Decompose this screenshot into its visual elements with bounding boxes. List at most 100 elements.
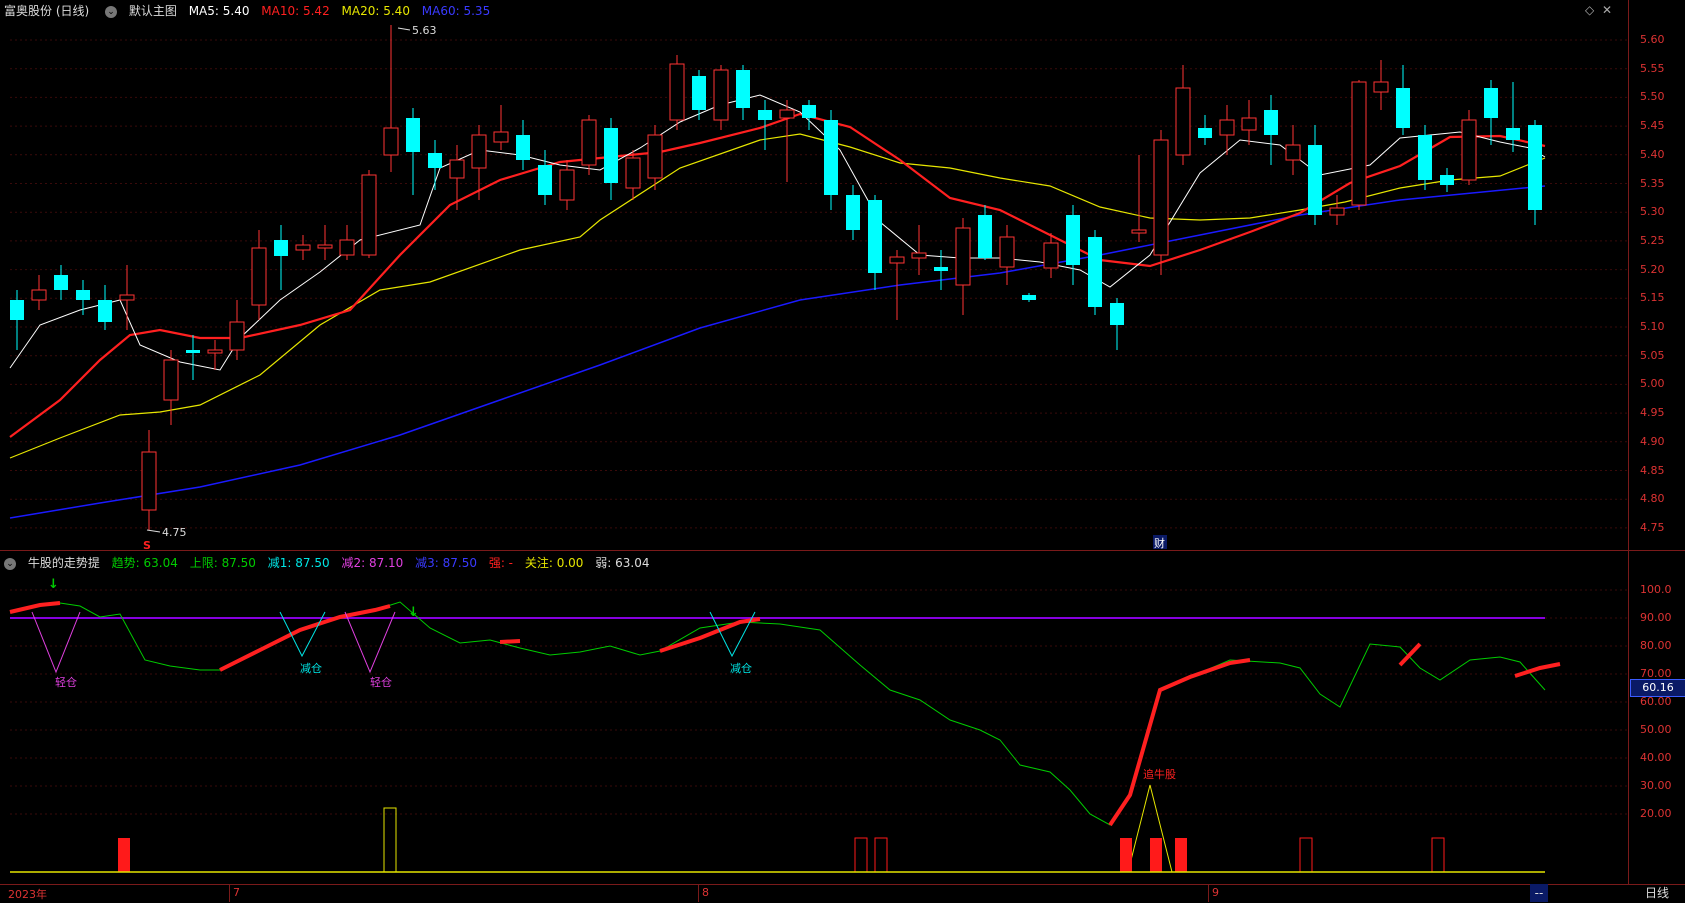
candle-body[interactable]: [604, 128, 618, 183]
period-tab-daily[interactable]: 日线: [1630, 884, 1684, 902]
candle-body[interactable]: [581, 119, 597, 166]
candle-body[interactable]: [1241, 117, 1257, 131]
candle-body[interactable]: [559, 169, 575, 201]
candle-body[interactable]: [1066, 215, 1080, 265]
stock-chart[interactable]: 5.63 4.75 S 财 轻仓 减仓 轻仓 减仓 追牛股 ↓ ↓: [0, 0, 1628, 884]
candle-body[interactable]: [538, 165, 552, 195]
candle-body[interactable]: [54, 275, 68, 290]
sub-axis-label: 40.00: [1640, 751, 1672, 764]
candle-body[interactable]: [1175, 87, 1191, 156]
trend-strong-segment: [219, 604, 391, 672]
candle-body[interactable]: [1351, 81, 1367, 206]
candle-body[interactable]: [889, 256, 905, 264]
candle-body[interactable]: [802, 105, 816, 118]
candle-body[interactable]: [471, 134, 487, 169]
ma60-line: [9, 185, 1546, 519]
candle-body[interactable]: [1198, 128, 1212, 138]
candle-body[interactable]: [713, 69, 729, 121]
candle-body[interactable]: [449, 159, 465, 179]
candle-body[interactable]: [1022, 295, 1036, 300]
candle-body[interactable]: [911, 252, 927, 259]
trend-line: [9, 601, 1546, 826]
price-axis-label: 5.60: [1640, 33, 1665, 46]
candle-body[interactable]: [1329, 207, 1345, 216]
candle-body[interactable]: [1461, 119, 1477, 181]
candle-body[interactable]: [647, 134, 663, 179]
candle-body[interactable]: [339, 239, 355, 256]
candle-body[interactable]: [669, 63, 685, 121]
candle-body[interactable]: [493, 131, 509, 143]
candle-body[interactable]: [846, 195, 860, 230]
date-year: 2023年: [8, 888, 47, 901]
candle-body[interactable]: [1484, 88, 1498, 118]
sub-axis-label: 90.00: [1640, 611, 1672, 624]
candle-body[interactable]: [10, 300, 24, 320]
candle-body[interactable]: [1418, 135, 1432, 180]
trend-strong-segment: [499, 639, 521, 644]
candle-body[interactable]: [868, 200, 882, 273]
candle-body[interactable]: [274, 240, 288, 256]
candle-body[interactable]: [955, 227, 971, 286]
candle-body[interactable]: [978, 215, 992, 258]
price-axis-label: 4.85: [1640, 463, 1665, 477]
candle-body[interactable]: [31, 289, 47, 301]
candle-body[interactable]: [1153, 139, 1169, 256]
s-marker: S: [143, 539, 151, 552]
candle-body[interactable]: [141, 451, 157, 511]
price-axis-label: 5.10: [1640, 320, 1665, 333]
signal-bar: [1150, 838, 1162, 872]
trend-strong-segment: [1108, 658, 1251, 827]
candle-body[interactable]: [1396, 88, 1410, 128]
candle-body[interactable]: [295, 244, 311, 251]
candle-body[interactable]: [779, 109, 795, 119]
candle-body[interactable]: [428, 153, 442, 168]
candle-body[interactable]: [98, 300, 112, 322]
candle-body[interactable]: [1219, 119, 1235, 136]
candle-body[interactable]: [516, 135, 530, 160]
candle-body[interactable]: [625, 157, 641, 189]
signal-bar: [1175, 838, 1187, 872]
candle-body[interactable]: [1043, 242, 1059, 269]
candle-body[interactable]: [76, 290, 90, 300]
signal-bar: [874, 837, 888, 873]
price-axis-label: 5.00: [1640, 377, 1665, 391]
candle-body[interactable]: [692, 76, 706, 110]
candle-body[interactable]: [1440, 175, 1454, 185]
candle-body[interactable]: [1110, 303, 1124, 325]
candle-body[interactable]: [736, 70, 750, 108]
candle-body[interactable]: [317, 244, 333, 249]
candle-body[interactable]: [1131, 229, 1147, 234]
candle-body[interactable]: [1264, 110, 1278, 135]
candle-body[interactable]: [999, 236, 1015, 268]
reduce-label-1: 减仓: [300, 661, 322, 675]
axis-divider: [1628, 0, 1629, 884]
candle-body[interactable]: [383, 127, 399, 156]
price-axis-label: 4.80: [1640, 492, 1665, 506]
candle-body[interactable]: [824, 120, 838, 195]
low-marker-line: [146, 529, 161, 533]
sub-axis-label: 20.00: [1640, 807, 1672, 820]
candle-body[interactable]: [1285, 144, 1301, 161]
candle-body[interactable]: [229, 321, 245, 351]
candle-body[interactable]: [186, 350, 200, 353]
down-arrow-icon: ↓: [408, 605, 419, 620]
candle-body[interactable]: [758, 110, 772, 120]
dash-tab[interactable]: --: [1530, 884, 1548, 902]
date-tick-7: [229, 884, 230, 902]
candle-body[interactable]: [934, 267, 948, 271]
date-month-9: 9: [1212, 886, 1219, 899]
candle-body[interactable]: [1088, 237, 1102, 307]
candle-body[interactable]: [406, 118, 420, 152]
candle-body[interactable]: [1373, 81, 1389, 93]
candle-body[interactable]: [1308, 145, 1322, 215]
candle-body[interactable]: [1506, 128, 1520, 140]
candle-body[interactable]: [119, 294, 135, 301]
finance-marker[interactable]: 财: [1154, 536, 1165, 550]
candle-body[interactable]: [163, 359, 179, 401]
candle-body[interactable]: [251, 247, 267, 306]
down-arrow-icon: ↓: [48, 577, 59, 592]
candle-body[interactable]: [207, 349, 223, 354]
candle-body[interactable]: [361, 174, 377, 256]
candle-body[interactable]: [1528, 125, 1542, 210]
price-axis-label: 5.35: [1640, 176, 1665, 190]
